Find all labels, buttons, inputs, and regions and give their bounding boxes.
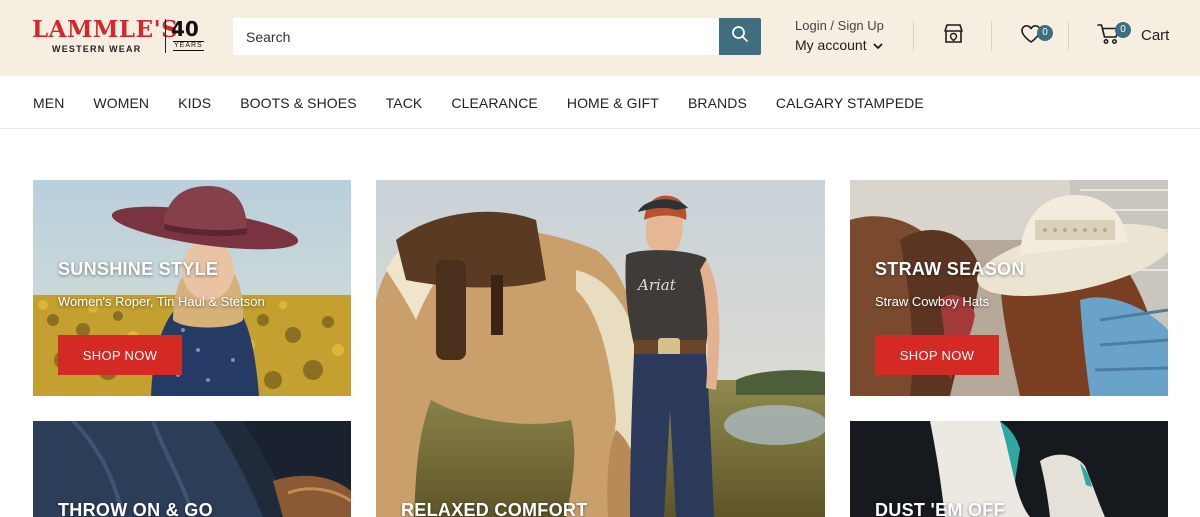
promo-subtitle: Women's Roper, Tin Haul & Stetson [58, 294, 265, 309]
shop-now-button[interactable]: SHOP NOW [58, 335, 182, 375]
logo-wordmark: LAMMLE'S [32, 16, 179, 43]
promo-tile-throw-on-go[interactable]: THROW ON & GO [33, 421, 351, 517]
store-locator-button[interactable] [942, 22, 965, 50]
my-account-dropdown[interactable]: My account [795, 34, 905, 56]
main-navigation: MEN WOMEN KIDS BOOTS & SHOES TACK CLEARA… [0, 76, 1200, 129]
promo-title: RELAXED COMFORT [401, 500, 588, 517]
search-bar [233, 18, 761, 55]
shop-now-button[interactable]: SHOP NOW [875, 335, 999, 375]
logo-tagline: WESTERN WEAR [52, 44, 142, 54]
promo-tile-straw-season[interactable]: STRAW SEASON Straw Cowboy Hats SHOP NOW [850, 180, 1168, 396]
nav-item-clearance[interactable]: CLEARANCE [451, 95, 537, 111]
header-divider [991, 21, 992, 51]
nav-item-women[interactable]: WOMEN [93, 95, 149, 111]
header-divider [913, 21, 914, 51]
brand-logo[interactable]: LAMMLE'S WESTERN WEAR 40 YEARS [32, 16, 204, 57]
shirt-logo-text: Ariat [636, 276, 677, 294]
cart-button[interactable]: 0 [1097, 22, 1131, 50]
login-signup-link[interactable]: Login / Sign Up [795, 18, 905, 34]
nav-item-brands[interactable]: BRANDS [688, 95, 747, 111]
cart-label[interactable]: Cart [1141, 27, 1169, 44]
cart-count-badge: 0 [1115, 22, 1131, 38]
wishlist-count-badge: 0 [1037, 25, 1053, 41]
promo-tile-relaxed-comfort[interactable]: Ariat RELAXED COMFORT [376, 180, 825, 517]
logo-years-number: 40 [171, 17, 199, 41]
promo-title: STRAW SEASON [875, 259, 1025, 279]
promo-subtitle: Straw Cowboy Hats [875, 294, 990, 309]
promo-title: THROW ON & GO [58, 500, 213, 517]
nav-item-boots-shoes[interactable]: BOOTS & SHOES [240, 95, 356, 111]
logo-divider [165, 19, 166, 53]
header-divider [1068, 21, 1069, 51]
nav-item-men[interactable]: MEN [33, 95, 64, 111]
search-button[interactable] [719, 18, 761, 55]
promo-image-horse-rider: Ariat [376, 180, 825, 517]
nav-list: MEN WOMEN KIDS BOOTS & SHOES TACK CLEARA… [33, 76, 953, 129]
account-menu[interactable]: Login / Sign Up My account [795, 18, 905, 56]
search-input[interactable] [233, 18, 719, 55]
nav-item-tack[interactable]: TACK [386, 95, 423, 111]
promo-tile-sunshine-style[interactable]: SUNSHINE STYLE Women's Roper, Tin Haul &… [33, 180, 351, 396]
promo-title: SUNSHINE STYLE [58, 259, 219, 279]
nav-item-home-gift[interactable]: HOME & GIFT [567, 95, 659, 111]
wishlist-button[interactable]: 0 [1020, 22, 1054, 50]
promo-tile-dust-em-off[interactable]: DUST 'EM OFF [850, 421, 1168, 517]
store-icon [942, 23, 965, 50]
my-account-label: My account [795, 37, 867, 53]
chevron-down-icon [872, 34, 883, 56]
logo-years-label: YEARS [173, 41, 204, 51]
search-icon [731, 25, 749, 48]
nav-item-kids[interactable]: KIDS [178, 95, 211, 111]
nav-item-calgary-stampede[interactable]: CALGARY STAMPEDE [776, 95, 924, 111]
site-header: LAMMLE'S WESTERN WEAR 40 YEARS Login / S… [0, 0, 1200, 76]
promo-title: DUST 'EM OFF [875, 500, 1005, 517]
